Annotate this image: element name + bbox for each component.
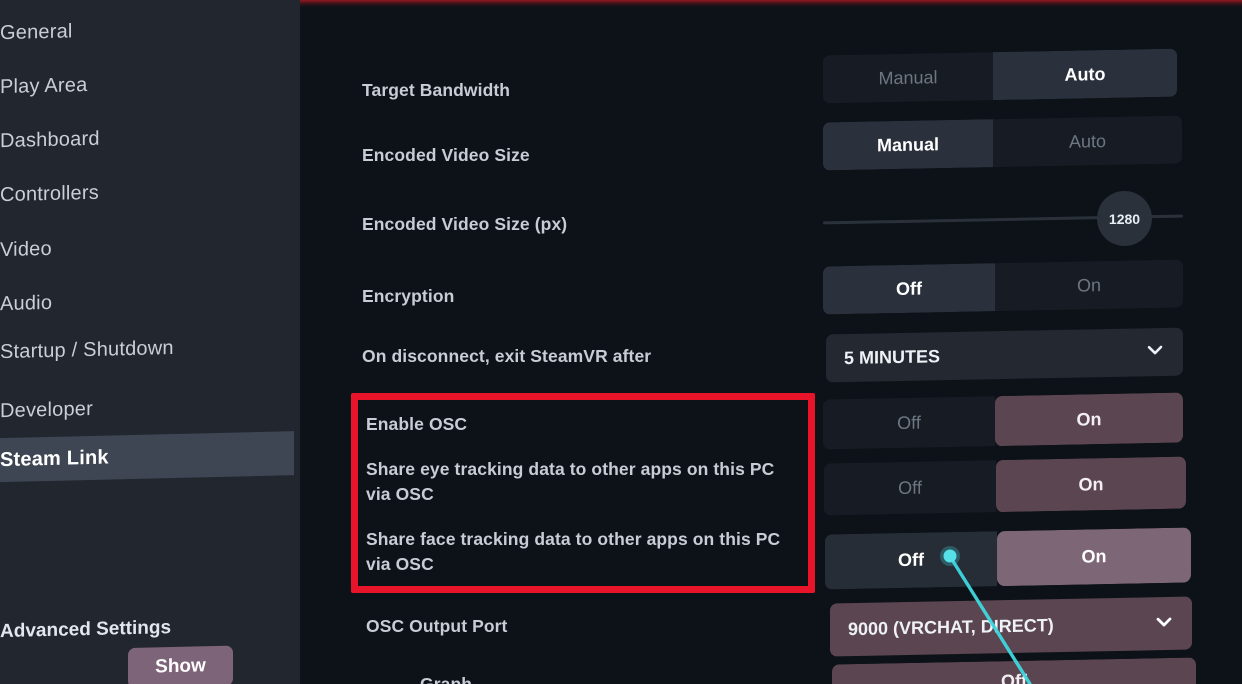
segmented-enable-osc[interactable]: Off On xyxy=(823,392,1183,450)
label-share-eye-tracking: Share eye tracking data to other apps on… xyxy=(366,459,775,504)
sidebar-item-general[interactable]: General xyxy=(0,4,300,55)
segment-share-face-tracking-on[interactable]: On xyxy=(997,527,1191,587)
segment-encryption-on[interactable]: On xyxy=(995,259,1183,312)
sidebar-item-audio[interactable]: Audio xyxy=(0,275,300,326)
segment-enable-osc-on[interactable]: On xyxy=(995,392,1183,447)
sidebar-item-label: Play Area xyxy=(0,73,88,98)
sidebar-item-video[interactable]: Video xyxy=(0,221,300,272)
dropdown-exit-steamvr-after[interactable]: 5 MINUTES xyxy=(826,327,1183,383)
sidebar-item-label: Developer xyxy=(0,397,93,422)
segmented-target-bandwidth[interactable]: Manual Auto xyxy=(823,48,1177,104)
segmented-share-eye-tracking[interactable]: Off On xyxy=(824,456,1186,516)
chevron-down-icon xyxy=(1147,342,1163,358)
segment-encoded-video-size-manual[interactable]: Manual xyxy=(823,119,993,171)
label-target-bandwidth: Target Bandwidth xyxy=(362,80,511,100)
sidebar-item-label: Startup / Shutdown xyxy=(0,336,174,363)
label-encryption: Encryption xyxy=(362,286,455,306)
sidebar-item-label: Video xyxy=(0,237,52,261)
slider-encoded-video-size-knob[interactable]: 1280 xyxy=(1097,191,1152,246)
segment-share-eye-tracking-on[interactable]: On xyxy=(996,456,1186,513)
label-encoded-video-size: Encoded Video Size xyxy=(362,145,530,165)
sidebar-item-label: Controllers xyxy=(0,181,99,206)
sidebar-item-steam-link[interactable]: Steam Link xyxy=(0,431,294,483)
segmented-encryption[interactable]: Off On xyxy=(823,259,1183,315)
sidebar-item-play-area[interactable]: Play Area xyxy=(0,58,300,109)
label-osc-output-port: OSC Output Port xyxy=(366,616,508,636)
segmented-share-face-tracking[interactable]: Off On xyxy=(825,527,1191,590)
sidebar-items-container: General Play Area Dashboard Controllers … xyxy=(0,0,300,684)
sidebar-item-label: Audio xyxy=(0,291,53,315)
dropdown-exit-steamvr-after-value: 5 MINUTES xyxy=(844,345,941,368)
segment-target-bandwidth-manual[interactable]: Manual xyxy=(823,52,993,104)
dropdown-osc-output-port[interactable]: 9000 (VRCHAT, DIRECT) xyxy=(830,596,1192,657)
segment-target-bandwidth-auto[interactable]: Auto xyxy=(993,48,1177,101)
segment-encryption-off[interactable]: Off xyxy=(823,263,995,315)
label-share-face-tracking: Share face tracking data to other apps o… xyxy=(366,529,781,574)
show-advanced-settings-button[interactable]: Show xyxy=(128,645,233,684)
sidebar-item-label: Dashboard xyxy=(0,127,100,152)
vr-settings-screen: Target Bandwidth Manual Auto Encoded Vid… xyxy=(0,0,1242,684)
sidebar-item-startup-shutdown[interactable]: Startup / Shutdown xyxy=(0,323,300,374)
label-performance-graph: Graph xyxy=(420,674,473,684)
sidebar-item-label: General xyxy=(0,19,73,44)
label-enable-osc: Enable OSC xyxy=(366,414,468,434)
chevron-down-icon-osc-port xyxy=(1156,613,1172,629)
label-encoded-video-size-px: Encoded Video Size (px) xyxy=(362,214,568,234)
segmented-encoded-video-size[interactable]: Manual Auto xyxy=(823,115,1182,171)
sidebar-item-controllers[interactable]: Controllers xyxy=(0,166,300,217)
segment-share-eye-tracking-off[interactable]: Off xyxy=(824,460,996,516)
sidebar-item-developer[interactable]: Developer xyxy=(0,382,300,433)
settings-sidebar: General Play Area Dashboard Controllers … xyxy=(0,0,300,684)
sidebar-item-dashboard[interactable]: Dashboard xyxy=(0,112,300,163)
label-exit-steamvr-after: On disconnect, exit SteamVR after xyxy=(362,346,652,366)
dropdown-osc-output-port-value: 9000 (VRCHAT, DIRECT) xyxy=(848,615,1054,640)
sidebar-item-label: Steam Link xyxy=(0,446,109,471)
advanced-settings-label: Advanced Settings xyxy=(0,617,172,643)
segment-share-face-tracking-off[interactable]: Off xyxy=(825,531,997,590)
segment-enable-osc-off[interactable]: Off xyxy=(823,396,995,450)
segment-encoded-video-size-auto[interactable]: Auto xyxy=(993,115,1182,168)
